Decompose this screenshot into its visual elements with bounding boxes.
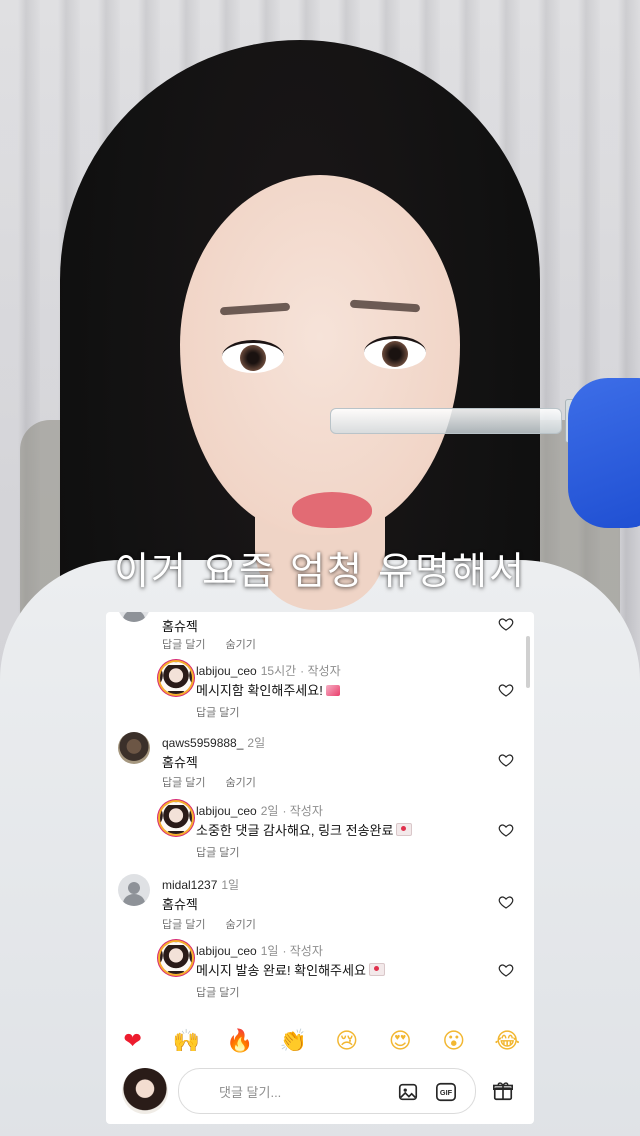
image-icon[interactable] xyxy=(397,1081,419,1103)
like-heart-icon[interactable] xyxy=(498,962,514,978)
author-badge: · 작성자 xyxy=(300,664,341,678)
comment-text: 소중한 댓글 감사해요, 링크 전송완료 xyxy=(196,820,413,839)
clapping-hands-emoji-button[interactable]: 👏 xyxy=(278,1027,308,1057)
reply-button[interactable]: 답글 달기 xyxy=(162,919,206,931)
red-heart-emoji-button[interactable]: ❤ xyxy=(118,1027,148,1057)
gift-icon[interactable] xyxy=(492,1080,514,1102)
left-eye xyxy=(222,340,284,373)
reply-item: labijou_ceo 2일 · 작성자 소중한 댓글 감사해요, 링크 전송완료 … xyxy=(106,802,534,864)
reply-button[interactable]: 답글 달기 xyxy=(162,777,206,789)
raised-hands-emoji-button[interactable]: 🙌 xyxy=(171,1027,201,1057)
comment-input[interactable]: 댓글 달기... GIF xyxy=(178,1068,476,1114)
reply-item: labijou_ceo 15시간 · 작성자 메시지함 확인해주세요! 답글 달기 xyxy=(106,662,534,724)
comment-actions: 답글 달기 xyxy=(196,704,260,720)
comment-text: 메시지함 확인해주세요! xyxy=(196,680,340,699)
username[interactable]: qaws5959888_ 2일 xyxy=(162,734,265,751)
reply-button[interactable]: 답글 달기 xyxy=(196,847,240,859)
video-caption: 이거 요즘 엄청 유명해서 xyxy=(114,549,526,593)
comment-item: qaws5959888_ 2일 홈슈젝 답글 달기 숨기기 xyxy=(106,732,534,794)
author-badge: · 작성자 xyxy=(282,944,323,958)
surprised-face-emoji-button[interactable]: 😮 xyxy=(439,1027,469,1057)
username[interactable]: midal1237 1일 xyxy=(162,876,239,893)
comment-actions: 답글 달기 숨기기 xyxy=(162,774,276,790)
like-heart-icon[interactable] xyxy=(498,894,514,910)
like-heart-icon[interactable] xyxy=(498,616,514,632)
comments-panel[interactable]: 홈슈젝 답글 달기 숨기기 labijou_ceo 15시간 · 작성자 메시지함 확… xyxy=(106,612,534,1124)
avatar[interactable] xyxy=(118,732,150,764)
author-badge: · 작성자 xyxy=(282,804,323,818)
quick-emoji-bar: ❤ 🙌 🔥 👏 😢 😍 😮 😂 xyxy=(106,1022,534,1062)
comment-text: 홈슈젝 xyxy=(162,897,198,912)
username[interactable]: labijou_ceo 15시간 · 작성자 xyxy=(196,662,341,679)
like-heart-icon[interactable] xyxy=(498,682,514,698)
fire-emoji-button[interactable]: 🔥 xyxy=(225,1027,255,1057)
username[interactable]: labijou_ceo 1일 · 작성자 xyxy=(196,942,323,959)
comment-time: 2일 xyxy=(247,736,266,750)
avatar[interactable] xyxy=(118,874,150,906)
gif-label: GIF xyxy=(440,1088,453,1097)
love-letter-emoji xyxy=(396,823,413,836)
hide-button[interactable]: 숨기기 xyxy=(226,639,256,651)
syringe xyxy=(330,399,575,443)
comment-composer: 댓글 달기... GIF xyxy=(106,1062,534,1124)
comment-text: 메시지 발송 완료! 확인해주세요 xyxy=(196,960,385,979)
heart-eyes-emoji-button[interactable]: 😍 xyxy=(385,1027,415,1057)
my-avatar[interactable] xyxy=(122,1068,168,1114)
crying-face-emoji-button[interactable]: 😢 xyxy=(332,1027,362,1057)
like-heart-icon[interactable] xyxy=(498,752,514,768)
avatar[interactable] xyxy=(160,942,192,974)
reply-button[interactable]: 답글 달기 xyxy=(196,987,240,999)
comment-actions: 답글 달기 숨기기 xyxy=(162,916,276,932)
love-letter-emoji xyxy=(368,963,385,976)
comment-text: 홈슈젝 xyxy=(162,755,198,770)
tears-of-joy-emoji-button[interactable]: 😂 xyxy=(492,1027,522,1057)
comment-item: 홈슈젝 답글 달기 숨기기 xyxy=(106,612,534,656)
username[interactable]: labijou_ceo 2일 · 작성자 xyxy=(196,802,323,819)
reply-item: labijou_ceo 1일 · 작성자 메시지 발송 완료! 확인해주세요 답글 … xyxy=(106,942,534,1004)
reply-button[interactable]: 답글 달기 xyxy=(196,707,240,719)
avatar[interactable] xyxy=(118,612,150,622)
comment-time: 15시간 xyxy=(260,664,297,678)
comment-placeholder: 댓글 달기... xyxy=(219,1085,282,1100)
comment-text: 홈슈젝 xyxy=(162,619,198,634)
right-eye xyxy=(364,336,426,369)
comment-time: 1일 xyxy=(221,878,240,892)
lips xyxy=(292,492,372,528)
comment-time: 1일 xyxy=(260,944,279,958)
like-heart-icon[interactable] xyxy=(498,822,514,838)
avatar[interactable] xyxy=(160,802,192,834)
avatar[interactable] xyxy=(160,662,192,694)
comment-time: 2일 xyxy=(260,804,279,818)
comment-actions: 답글 달기 xyxy=(196,844,260,860)
comment-item: midal1237 1일 홈슈젝 답글 달기 숨기기 xyxy=(106,874,534,936)
reply-button[interactable]: 답글 달기 xyxy=(162,639,206,651)
hide-button[interactable]: 숨기기 xyxy=(226,777,256,789)
blue-glove xyxy=(568,378,640,528)
comment-actions: 답글 달기 숨기기 xyxy=(162,636,276,652)
gift-heart-emoji xyxy=(325,685,340,696)
hide-button[interactable]: 숨기기 xyxy=(226,919,256,931)
comment-actions: 답글 달기 xyxy=(196,984,260,1000)
gif-icon[interactable]: GIF xyxy=(435,1081,457,1103)
